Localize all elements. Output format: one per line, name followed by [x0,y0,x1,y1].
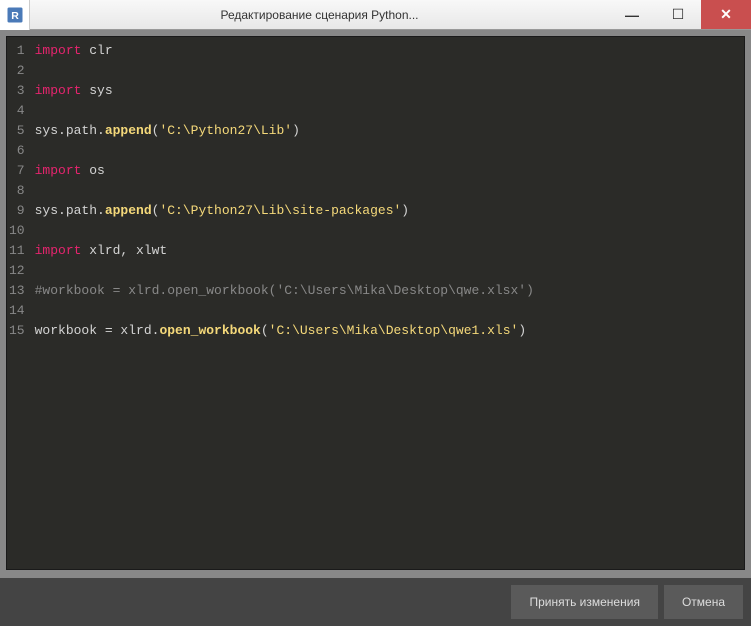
window-title: Редактирование сценария Python... [30,8,609,22]
app-icon: R [0,0,30,30]
cancel-button[interactable]: Отмена [664,585,743,619]
line-gutter: 123456789101112131415 [7,37,31,569]
window-controls: — ☐ ✕ [609,0,751,29]
close-button[interactable]: ✕ [701,0,751,29]
titlebar[interactable]: R Редактирование сценария Python... — ☐ … [0,0,751,30]
editor-window: R Редактирование сценария Python... — ☐ … [0,0,751,626]
svg-text:R: R [11,9,19,21]
code-content[interactable]: import clr import sys sys.path.append('C… [31,37,744,569]
minimize-button[interactable]: — [609,0,655,29]
maximize-button[interactable]: ☐ [655,0,701,29]
accept-button[interactable]: Принять изменения [511,585,657,619]
code-editor[interactable]: 123456789101112131415 import clr import … [6,36,745,570]
footer-bar: Принять изменения Отмена [0,578,751,626]
